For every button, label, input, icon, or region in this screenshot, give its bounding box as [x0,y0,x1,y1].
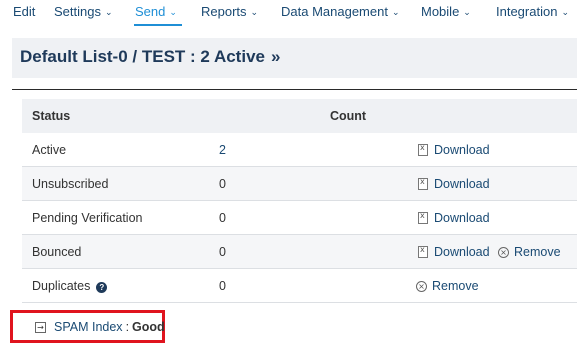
nav-edit[interactable]: Edit [13,4,35,19]
status-label: Duplicates? [32,279,108,293]
excel-file-icon [418,143,428,156]
excel-file-icon [418,177,428,190]
nav-send[interactable]: Send ⌄ [135,4,177,19]
status-label: Bounced [32,245,82,259]
chevron-down-icon: ⌄ [561,7,569,17]
spam-index-label: SPAM Index [54,320,123,334]
download-link[interactable]: Download [418,177,490,191]
count-value: 0 [219,211,226,225]
table-row: Pending Verification 0 Download [22,201,577,235]
table-row: Active 2 Download [22,133,577,167]
spam-index[interactable]: → SPAM Index : Good [35,320,165,334]
page-header: Default List-0 / TEST : 2 Active» [12,38,577,78]
remove-link[interactable]: × Remove [416,279,479,293]
excel-file-icon [418,211,428,224]
remove-link[interactable]: × Remove [498,245,561,259]
chevron-down-icon: ⌄ [463,7,471,17]
chevron-down-icon: ⌄ [169,7,177,17]
count-value: 0 [219,177,226,191]
status-label: Unsubscribed [32,177,109,191]
nav-integration[interactable]: Integration ⌄ [496,4,569,19]
status-label: Active [32,143,67,157]
nav-data-management[interactable]: Data Management ⌄ [281,4,400,19]
table-row: Duplicates? 0 × Remove [22,269,577,303]
remove-circle-icon: × [498,246,509,258]
chevron-down-icon: ⌄ [250,7,259,17]
column-header-status: Status [32,109,71,123]
spam-index-value: Good [132,320,165,334]
count-value: 0 [219,245,226,259]
table-row: Bounced 0 Download ×Remove [22,235,577,269]
chevron-down-icon: ⌄ [391,7,400,17]
table-header-row: Status Count [22,99,577,133]
nav-reports[interactable]: Reports ⌄ [201,4,258,19]
active-tab-indicator [134,24,182,26]
expand-arrow-icon: → [35,321,46,333]
spam-index-colon: : [125,320,130,334]
page-title: Default List-0 / TEST : 2 Active» [20,47,281,66]
remove-circle-icon: × [416,280,427,292]
excel-file-icon [418,245,428,258]
count-value: 0 [219,279,226,293]
nav-mobile[interactable]: Mobile ⌄ [421,4,471,19]
nav-settings[interactable]: Settings ⌄ [54,4,113,19]
top-nav: Edit Settings ⌄ Send ⌄ Reports ⌄ Data Manag… [0,0,577,26]
download-link[interactable]: Download [418,245,490,259]
download-link[interactable]: Download [418,211,490,225]
divider [12,89,577,90]
more-link[interactable]: » [271,47,280,66]
spam-index-highlight: → SPAM Index : Good [10,310,165,343]
status-label: Pending Verification [32,211,143,225]
count-link[interactable]: 2 [219,143,226,157]
column-header-count: Count [330,109,367,123]
chevron-down-icon: ⌄ [104,7,113,17]
table-row: Unsubscribed 0 Download [22,167,577,201]
help-icon[interactable]: ? [96,282,108,293]
download-link[interactable]: Download [418,143,490,157]
status-table: Status Count Active 2 Download Unsubscri… [22,99,577,303]
